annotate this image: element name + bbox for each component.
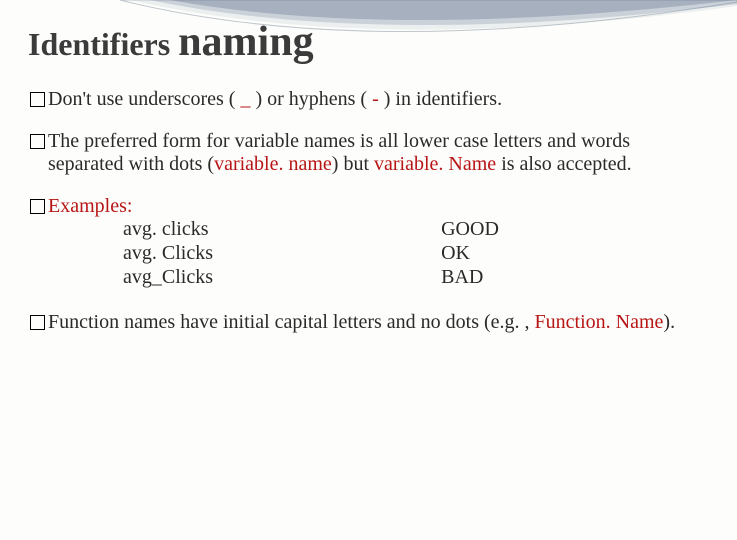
examples-label: Examples: [48, 195, 709, 219]
bullet-1-text: Don't use underscores ( _ ) or hyphens (… [48, 88, 709, 112]
hyphen-char: - [372, 88, 379, 110]
bullet-3-examples: Examples: avg. clicks GOOD avg. Clicks O… [30, 195, 709, 289]
examples-grid: avg. clicks GOOD avg. Clicks OK avg_Clic… [123, 218, 709, 289]
bullet-box-icon [30, 199, 45, 214]
bullet-box-icon [30, 315, 45, 330]
example-name: avg_Clicks [123, 266, 423, 290]
example-name: avg. Clicks [123, 242, 423, 266]
example-var-2: variable. Name [374, 153, 496, 175]
text: is also accepted. [496, 153, 632, 175]
bullet-2-text: The preferred form for variable names is… [48, 130, 709, 177]
example-rating: OK [441, 242, 709, 266]
slide-title: Identifiers naming [28, 18, 709, 66]
bullet-box-icon [30, 92, 45, 107]
text: Don't use underscores ( [48, 88, 240, 110]
example-name: avg. clicks [123, 218, 423, 242]
bullet-box-icon [30, 134, 45, 149]
text: ). [663, 311, 675, 333]
text: Function names have initial capital lett… [48, 311, 535, 333]
example-rating: GOOD [441, 218, 709, 242]
bullet-4: Function names have initial capital lett… [30, 311, 709, 335]
text: ) in identifiers. [379, 88, 502, 110]
text: ) but [332, 153, 374, 175]
title-word-2: naming [178, 19, 313, 65]
bullet-1: Don't use underscores ( _ ) or hyphens (… [30, 88, 709, 112]
example-rating: BAD [441, 266, 709, 290]
bullet-4-text: Function names have initial capital lett… [48, 311, 709, 335]
function-name-example: Function. Name [535, 311, 664, 333]
underscore-char: _ [240, 88, 250, 110]
bullet-list: Don't use underscores ( _ ) or hyphens (… [30, 88, 709, 335]
title-word-1: Identifiers [28, 26, 170, 62]
example-var-1: variable. name [214, 153, 332, 175]
text: ) or hyphens ( [250, 88, 372, 110]
bullet-2: The preferred form for variable names is… [30, 130, 709, 177]
